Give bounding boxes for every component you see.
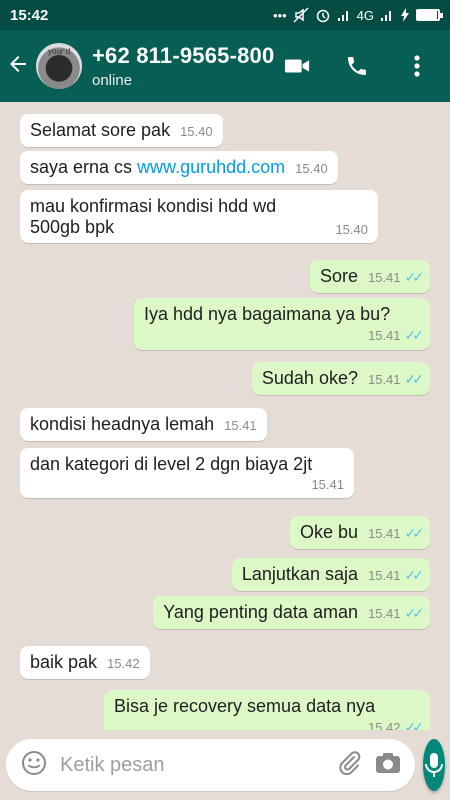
battery-icon: [416, 9, 443, 21]
message-bubble[interactable]: dan kategori di level 2 dgn biaya 2jt 15…: [20, 448, 354, 498]
message-text: Lanjutkan saja: [241, 564, 358, 584]
signal-icon: [337, 11, 348, 21]
mute-icon: [293, 7, 309, 23]
video-call-icon[interactable]: [284, 53, 310, 79]
message-bubble[interactable]: mau konfirmasi kondisi hdd wd 500gb bpk …: [20, 190, 378, 243]
message-text: Bisa je recovery semua data nya: [114, 696, 376, 716]
time-label: 15.41: [367, 328, 401, 343]
contact-name: +62 811-9565-800: [92, 43, 275, 68]
time-label: 15.40: [335, 222, 368, 237]
message-text: kondisi headnya lemah: [30, 414, 215, 434]
emoji-icon[interactable]: [20, 749, 48, 782]
input-bar: [0, 730, 450, 800]
chat-header: your d +62 811-9565-800 online: [0, 30, 450, 102]
message-time: 15.40: [295, 161, 328, 176]
time-label: 15.42: [107, 656, 140, 671]
message-text: Sore: [319, 266, 358, 286]
time-label: 15.41: [367, 606, 401, 621]
charging-icon: [401, 8, 409, 22]
message-bubble[interactable]: Lanjutkan saja 15.41 ✓✓: [231, 558, 430, 591]
message-meta: 15.42 ✓✓: [114, 719, 425, 730]
message-bubble[interactable]: baik pak 15.42: [20, 646, 150, 679]
message-bubble[interactable]: saya erna cs www.guruhdd.com 15.40: [20, 151, 338, 184]
more-menu-icon[interactable]: [404, 53, 430, 79]
message-bubble[interactable]: Yang penting data aman 15.41 ✓✓: [153, 596, 430, 629]
message-meta: 15.41 ✓✓: [367, 371, 425, 388]
message-meta: 15.41 ✓✓: [367, 525, 425, 542]
network-type: 4G: [356, 7, 374, 23]
contact-info[interactable]: +62 811-9565-800 online: [92, 43, 284, 89]
message-text: Oke bu: [299, 522, 358, 542]
time-label: 15.41: [367, 372, 401, 387]
message-time: 15.40: [180, 124, 213, 139]
message-text: Selamat sore pak: [30, 120, 171, 140]
read-ticks-icon: ✓✓: [404, 327, 425, 343]
message-text: Sudah oke?: [261, 368, 358, 388]
message-bubble[interactable]: Oke bu 15.41 ✓✓: [289, 516, 430, 549]
time-label: 15.41: [367, 568, 401, 583]
message-bubble[interactable]: Sudah oke? 15.41 ✓✓: [251, 362, 430, 395]
time-label: 15.40: [295, 161, 328, 176]
message-input[interactable]: [60, 753, 325, 777]
attach-icon[interactable]: [337, 750, 363, 781]
mic-icon: [425, 753, 443, 777]
read-ticks-icon: ✓✓: [404, 567, 425, 583]
time-label: 15.41: [367, 270, 401, 285]
status-icons: ••• 4G: [273, 7, 443, 23]
mic-button[interactable]: [423, 739, 445, 791]
message-meta: 15.41 ✓✓: [367, 605, 425, 622]
alarm-icon: [316, 9, 329, 23]
contact-status: online: [92, 72, 133, 89]
phone-call-icon[interactable]: [344, 53, 370, 79]
message-time: 15.42: [107, 656, 140, 671]
time-label: 15.41: [311, 477, 344, 492]
time-label: 15.41: [367, 526, 401, 541]
message-bubble[interactable]: kondisi headnya lemah 15.41: [20, 408, 267, 441]
camera-icon[interactable]: [375, 751, 401, 780]
read-ticks-icon: ✓✓: [404, 525, 425, 541]
time-label: 15.40: [180, 124, 213, 139]
message-meta: 15.41 ✓✓: [367, 567, 425, 584]
message-text: saya erna cs: [30, 157, 138, 177]
message-time: 15.41: [224, 418, 257, 433]
message-meta: 15.41 ✓✓: [367, 269, 425, 286]
message-bubble[interactable]: Bisa je recovery semua data nya 15.42 ✓✓: [104, 690, 430, 730]
more-dots-icon: •••: [273, 7, 287, 23]
back-arrow-icon[interactable]: [6, 52, 36, 80]
message-time: 15.41: [30, 477, 344, 492]
chat-area[interactable]: Selamat sore pak 15.40 saya erna cs www.g…: [0, 102, 450, 730]
read-ticks-icon: ✓✓: [404, 719, 425, 730]
read-ticks-icon: ✓✓: [404, 605, 425, 621]
time-label: 15.42: [367, 720, 401, 730]
message-text: Iya hdd nya bagaimana ya bu?: [144, 304, 391, 324]
message-text: dan kategori di level 2 dgn biaya 2jt: [30, 454, 313, 474]
message-bubble[interactable]: Selamat sore pak 15.40: [20, 114, 223, 147]
avatar[interactable]: your d: [36, 43, 82, 89]
status-time: 15:42: [10, 6, 49, 24]
message-meta: 15.41 ✓✓: [144, 327, 425, 344]
input-box: [6, 739, 415, 791]
signal-icon: [381, 11, 391, 21]
message-text: baik pak: [30, 652, 98, 672]
avatar-text: your d: [48, 47, 71, 56]
status-bar: 15:42 ••• 4G: [0, 0, 450, 30]
message-bubble[interactable]: Sore 15.41 ✓✓: [309, 260, 430, 293]
message-text: Yang penting data aman: [163, 602, 358, 622]
header-actions: [284, 53, 444, 79]
read-ticks-icon: ✓✓: [404, 371, 425, 387]
read-ticks-icon: ✓✓: [404, 269, 425, 285]
battery-fill: [418, 11, 437, 19]
time-label: 15.41: [224, 418, 257, 433]
message-bubble[interactable]: Iya hdd nya bagaimana ya bu? 15.41 ✓✓: [134, 298, 430, 350]
message-link[interactable]: www.guruhdd.com: [137, 157, 285, 177]
